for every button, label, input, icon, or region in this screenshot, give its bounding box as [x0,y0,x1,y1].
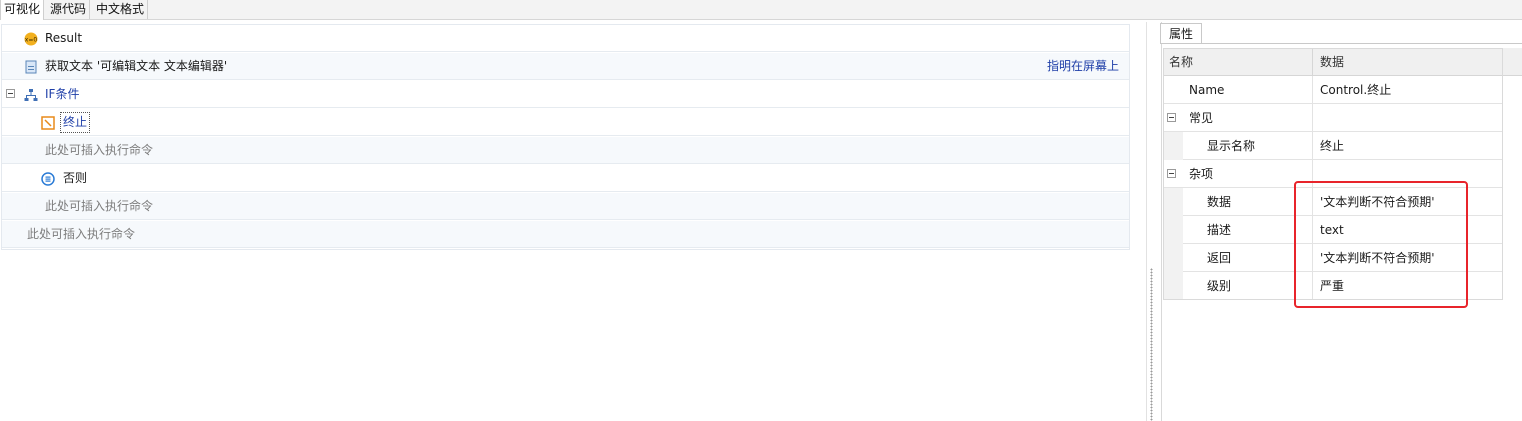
view-tab-bar: 可视化 源代码 中文格式 [0,0,1522,20]
insert-hint-row[interactable]: 此处可插入执行命令 [2,137,1129,164]
panel-border [1161,22,1162,421]
document-icon [25,60,37,74]
stop-icon [41,116,55,130]
get-text-label: 获取文本 '可编辑文本 文本编辑器' [45,59,228,73]
splitter-handle[interactable] [1150,268,1153,421]
indicate-on-screen-link[interactable]: 指明在屏幕上 [1047,53,1119,80]
tab-visualization[interactable]: 可视化 [0,0,45,20]
insert-hint: 此处可插入执行命令 [45,199,154,213]
variable-icon: x=0 [24,32,38,46]
workflow-row-get-text[interactable]: 获取文本 '可编辑文本 文本编辑器' 指明在屏幕上 [2,53,1129,80]
tab-chinese-format[interactable]: 中文格式 [93,0,149,19]
tab-underline [1160,43,1522,44]
workflow-panel: x=0 Result 获取文本 '可编辑文本 文本编辑器' 指明在屏幕上 IF条… [1,24,1130,250]
insert-hint: 此处可插入执行命令 [27,227,136,241]
workflow-row-if[interactable]: IF条件 [2,81,1129,108]
result-label: Result [45,31,83,45]
workflow-row-else[interactable]: 否则 [2,165,1129,192]
workflow-row-stop[interactable]: 终止 [2,109,1129,136]
tab-properties[interactable]: 属性 [1160,23,1202,44]
insert-hint-row[interactable]: 此处可插入执行命令 [2,193,1129,220]
insert-hint-row[interactable]: 此处可插入执行命令 [2,221,1129,248]
workflow-row-result[interactable]: x=0 Result [2,25,1129,52]
else-label: 否则 [63,171,88,185]
insert-hint: 此处可插入执行命令 [45,143,154,157]
svg-text:x=0: x=0 [25,37,38,44]
if-condition-label: IF条件 [45,87,80,101]
highlight-annotation [1294,181,1468,308]
branch-icon [24,89,38,101]
else-icon [41,172,55,186]
collapse-toggle[interactable] [6,89,15,98]
tab-source-code[interactable]: 源代码 [47,0,91,19]
panel-divider [1146,22,1147,421]
stop-label[interactable]: 终止 [60,112,91,133]
